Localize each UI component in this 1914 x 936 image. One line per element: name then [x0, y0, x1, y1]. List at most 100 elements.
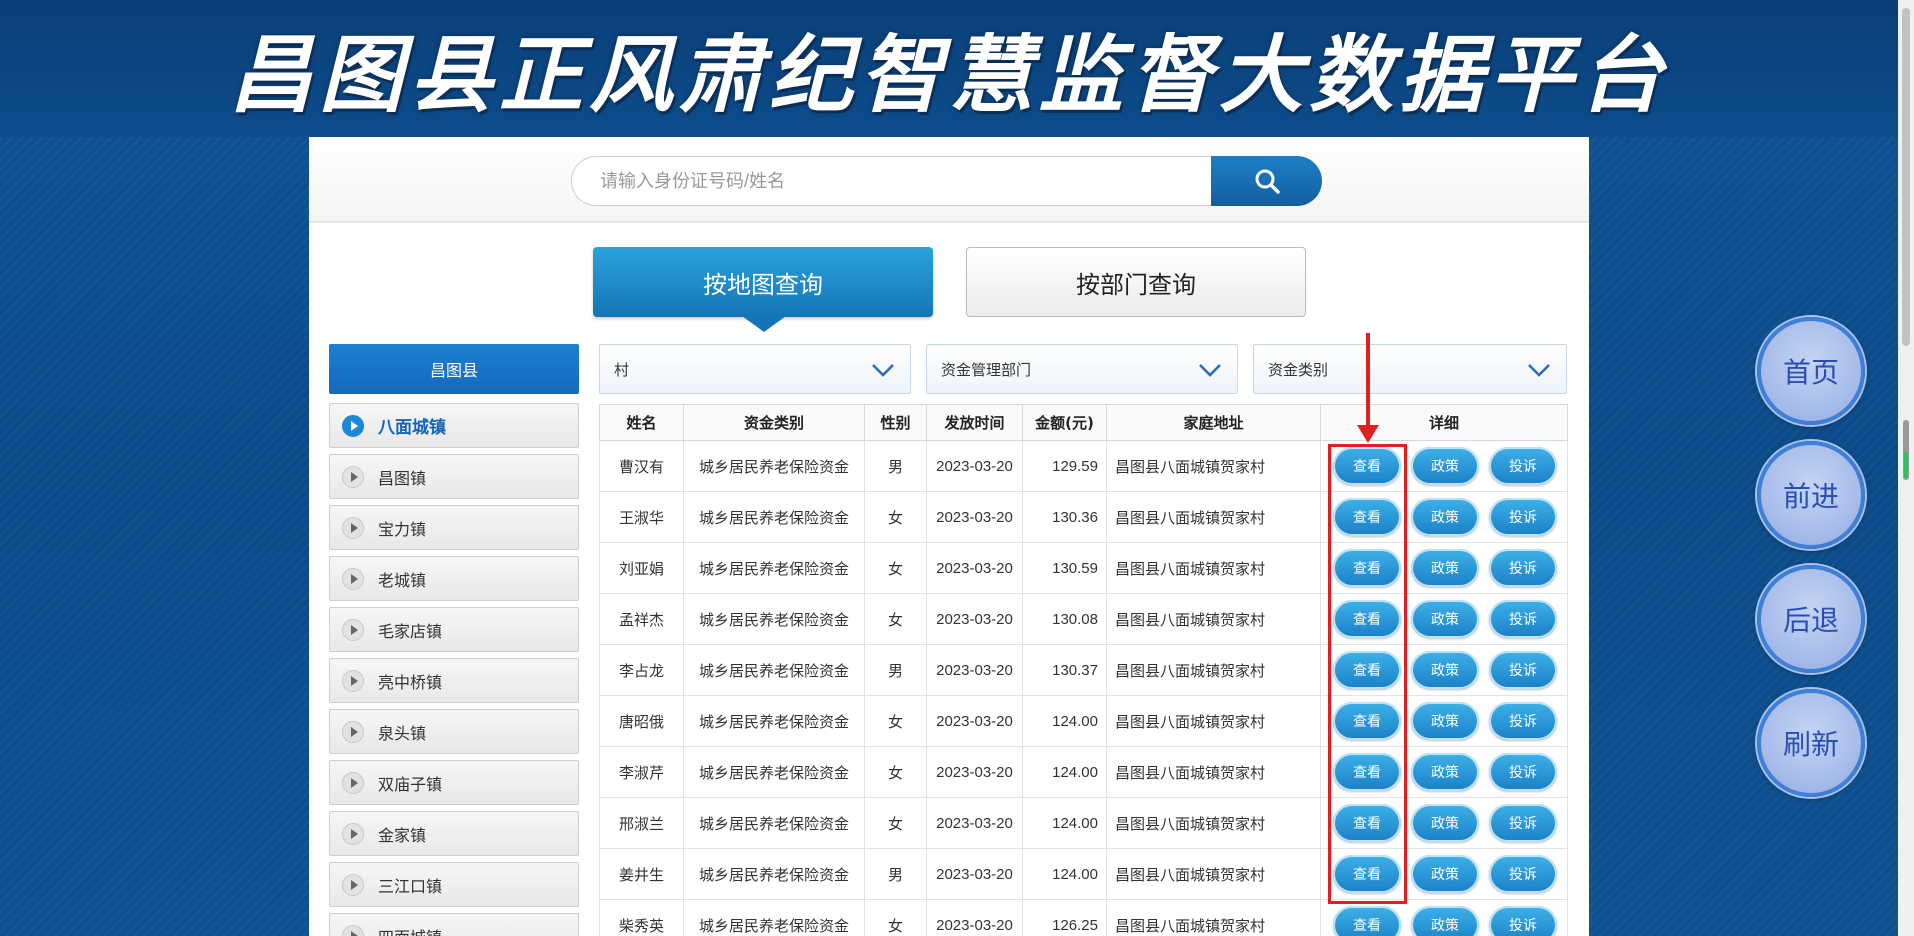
village-select[interactable]: 村	[599, 344, 911, 394]
cell-address: 昌图县八面城镇贺家村	[1106, 491, 1321, 543]
cell-detail: 查看 政策 投诉	[1320, 491, 1568, 543]
sidebar-item-label: 三江口镇	[378, 876, 443, 896]
chevron-down-icon	[1528, 364, 1550, 377]
view-button[interactable]: 查看	[1333, 498, 1401, 536]
village-select-value: 村	[614, 360, 630, 379]
cell-date: 2023-03-20	[926, 644, 1023, 696]
cell-detail: 查看 政策 投诉	[1320, 440, 1568, 492]
view-button[interactable]: 查看	[1333, 447, 1401, 485]
sidebar-item-town[interactable]: 宝力镇	[329, 505, 579, 550]
nav-forward-button[interactable]: 前进	[1757, 441, 1865, 549]
play-icon	[342, 618, 364, 641]
sidebar-item-town[interactable]: 金家镇	[329, 811, 579, 856]
complaint-button[interactable]: 投诉	[1489, 600, 1557, 638]
view-button[interactable]: 查看	[1333, 753, 1401, 791]
sidebar-item-label: 昌图镇	[378, 468, 427, 488]
policy-button[interactable]: 政策	[1411, 906, 1479, 936]
cell-name: 王淑华	[599, 491, 684, 543]
complaint-button[interactable]: 投诉	[1489, 753, 1557, 791]
table-row: 刘亚娟 城乡居民养老保险资金女 2023-03-20 130.59 昌图县八面城镇贺家村…	[599, 542, 1568, 594]
cell-amount: 124.00	[1022, 746, 1107, 798]
fund-type-select[interactable]: 资金类别	[1253, 344, 1567, 394]
policy-button[interactable]: 政策	[1411, 498, 1479, 536]
cell-amount: 124.00	[1022, 695, 1107, 747]
sidebar-item-town[interactable]: 双庙子镇	[329, 760, 579, 805]
view-button[interactable]: 查看	[1333, 855, 1401, 893]
tab-department-query[interactable]: 按部门查询	[966, 247, 1306, 317]
view-button[interactable]: 查看	[1333, 702, 1401, 740]
sidebar-item-town[interactable]: 老城镇	[329, 556, 579, 601]
scrollbar-marker-active	[1904, 452, 1908, 478]
view-button[interactable]: 查看	[1333, 804, 1401, 842]
table-row: 柴秀英 城乡居民养老保险资金女 2023-03-20 126.25 昌图县八面城镇贺家村…	[599, 899, 1568, 936]
search-icon	[1255, 169, 1280, 194]
cell-name: 李占龙	[599, 644, 684, 696]
play-icon	[342, 771, 364, 794]
sidebar-item-label: 金家镇	[378, 825, 427, 845]
view-button[interactable]: 查看	[1333, 600, 1401, 638]
policy-button[interactable]: 政策	[1411, 651, 1479, 689]
view-button[interactable]: 查看	[1333, 549, 1401, 587]
sidebar-item-town[interactable]: 四面城镇	[329, 913, 579, 936]
complaint-button[interactable]: 投诉	[1489, 549, 1557, 587]
policy-button[interactable]: 政策	[1411, 600, 1479, 638]
policy-button[interactable]: 政策	[1411, 753, 1479, 791]
search-button[interactable]	[1211, 156, 1322, 206]
chevron-down-icon	[1199, 364, 1221, 377]
sidebar-item-town[interactable]: 毛家店镇	[329, 607, 579, 652]
policy-button[interactable]: 政策	[1411, 549, 1479, 587]
sidebar-item-town[interactable]: 三江口镇	[329, 862, 579, 907]
complaint-button[interactable]: 投诉	[1489, 651, 1557, 689]
cell-detail: 查看 政策 投诉	[1320, 542, 1568, 594]
policy-button[interactable]: 政策	[1411, 447, 1479, 485]
department-select[interactable]: 资金管理部门	[926, 344, 1238, 394]
col-header-fund-type: 资金类别	[683, 404, 865, 441]
scrollbar-thumb[interactable]	[1902, 8, 1910, 346]
sidebar-item-town[interactable]: 泉头镇	[329, 709, 579, 754]
cell-fund-type: 城乡居民养老保险资金	[683, 797, 865, 849]
site-header: 昌图县正风肃纪智慧监督大数据平台	[0, 0, 1914, 137]
nav-back-button[interactable]: 后退	[1757, 565, 1865, 673]
platform-title: 昌图县正风肃纪智慧监督大数据平台	[228, 25, 1669, 124]
cell-fund-type: 城乡居民养老保险资金	[683, 644, 865, 696]
cell-amount: 130.36	[1022, 491, 1107, 543]
cell-fund-type: 城乡居民养老保险资金	[683, 593, 865, 645]
col-header-gender: 性别	[864, 404, 927, 441]
sidebar-county[interactable]: 昌图县	[329, 344, 579, 394]
sidebar-item-town[interactable]: 八面城镇	[329, 403, 579, 448]
sidebar-item-town[interactable]: 昌图镇	[329, 454, 579, 499]
cell-name: 刘亚娟	[599, 542, 684, 594]
cell-gender: 男	[864, 644, 927, 696]
sidebar-item-label: 毛家店镇	[378, 621, 443, 641]
cell-gender: 女	[864, 899, 927, 936]
complaint-button[interactable]: 投诉	[1489, 855, 1557, 893]
search-input[interactable]	[571, 156, 1221, 206]
tab-map-query[interactable]: 按地图查询	[593, 247, 933, 317]
cell-date: 2023-03-20	[926, 797, 1023, 849]
complaint-button[interactable]: 投诉	[1489, 804, 1557, 842]
view-button[interactable]: 查看	[1333, 651, 1401, 689]
table-row: 李淑芹 城乡居民养老保险资金女 2023-03-20 124.00 昌图县八面城镇贺家村…	[599, 746, 1568, 798]
complaint-button[interactable]: 投诉	[1489, 906, 1557, 936]
view-button[interactable]: 查看	[1333, 906, 1401, 936]
policy-button[interactable]: 政策	[1411, 855, 1479, 893]
play-icon	[342, 720, 364, 743]
play-icon	[342, 414, 364, 437]
sidebar-item-town[interactable]: 亮中桥镇	[329, 658, 579, 703]
cell-address: 昌图县八面城镇贺家村	[1106, 797, 1321, 849]
policy-button[interactable]: 政策	[1411, 702, 1479, 740]
complaint-button[interactable]: 投诉	[1489, 498, 1557, 536]
nav-home-button[interactable]: 首页	[1757, 317, 1865, 425]
complaint-button[interactable]: 投诉	[1489, 702, 1557, 740]
nav-refresh-button[interactable]: 刷新	[1757, 689, 1865, 797]
cell-amount: 130.08	[1022, 593, 1107, 645]
annotation-arrow-head	[1357, 425, 1379, 443]
cell-date: 2023-03-20	[926, 491, 1023, 543]
cell-address: 昌图县八面城镇贺家村	[1106, 440, 1321, 492]
col-header-address: 家庭地址	[1106, 404, 1321, 441]
cell-name: 邢淑兰	[599, 797, 684, 849]
policy-button[interactable]: 政策	[1411, 804, 1479, 842]
table-row: 孟祥杰 城乡居民养老保险资金女 2023-03-20 130.08 昌图县八面城镇贺家村…	[599, 593, 1568, 645]
complaint-button[interactable]: 投诉	[1489, 447, 1557, 485]
cell-gender: 女	[864, 797, 927, 849]
